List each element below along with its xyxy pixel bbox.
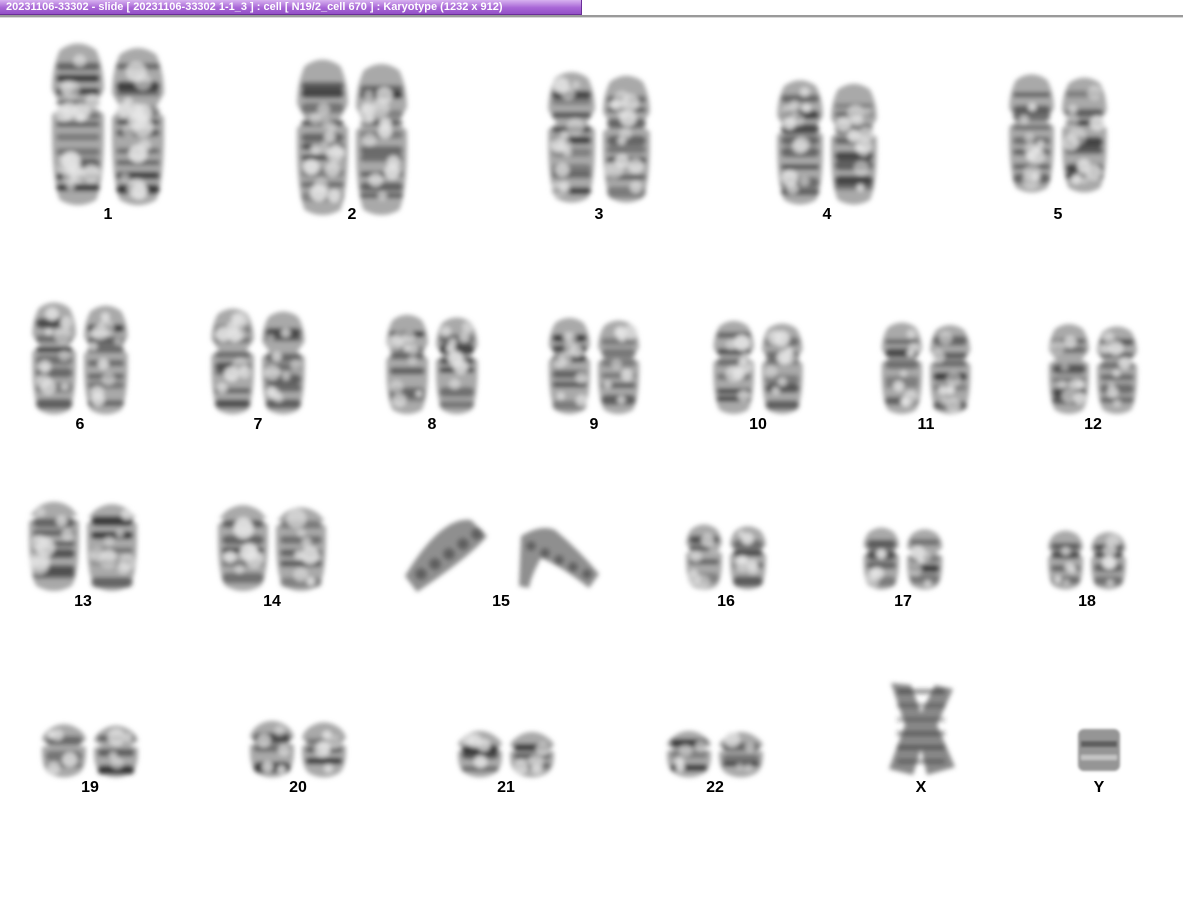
chromosome-label-y: Y <box>1093 779 1105 796</box>
window-title-bar[interactable]: 20231106-33302 - slide [ 20231106-33302 … <box>0 0 582 15</box>
window-title: 20231106-33302 - slide [ 20231106-33302 … <box>6 1 503 13</box>
chromosome-pair-graphic <box>1078 729 1120 771</box>
karyogram-canvas: 1 2 3 4 5 6 7 8 9 10 11 12 13 14 15 16 17 18 19 20 21 22 X Y <box>0 18 1183 902</box>
